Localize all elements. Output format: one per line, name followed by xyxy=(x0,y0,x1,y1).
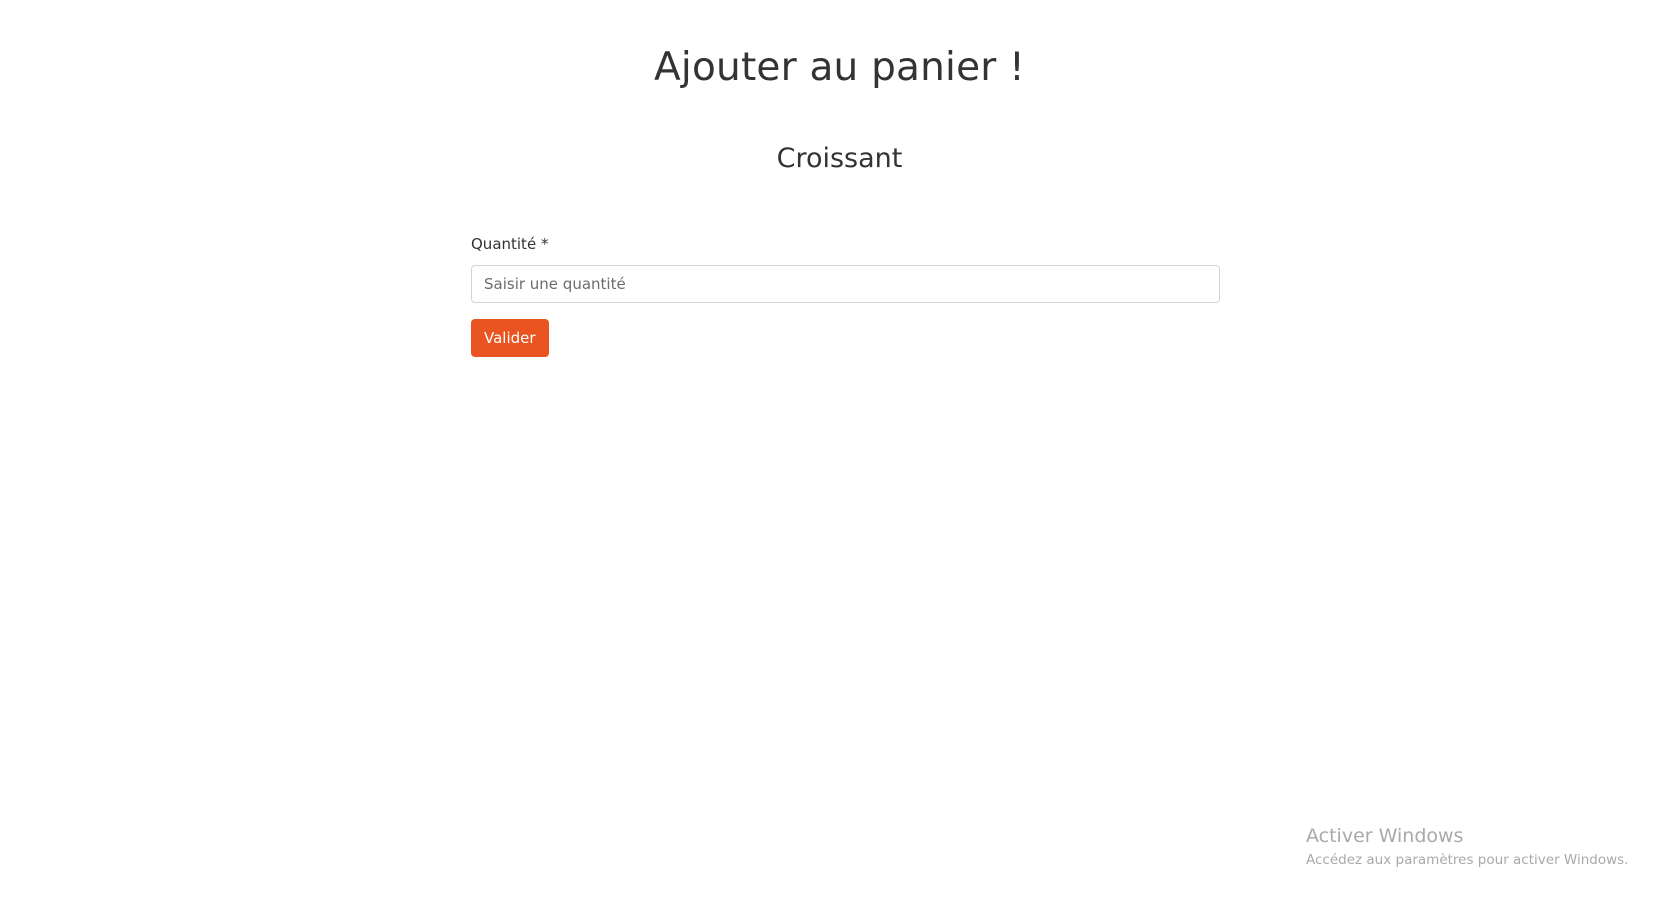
add-to-cart-page: Ajouter au panier ! Croissant Quantité *… xyxy=(0,0,1679,908)
watermark-subtitle: Accédez aux paramètres pour activer Wind… xyxy=(1306,852,1629,868)
quantity-label: Quantité * xyxy=(471,235,549,253)
watermark-title: Activer Windows xyxy=(1306,825,1464,847)
add-to-cart-form: Quantité * Valider xyxy=(471,230,1220,357)
submit-button[interactable]: Valider xyxy=(471,319,549,357)
quantity-input[interactable] xyxy=(471,265,1220,303)
product-name: Croissant xyxy=(776,143,903,174)
windows-activation-watermark: Activer Windows Accédez aux paramètres p… xyxy=(1306,824,1628,870)
page-title: Ajouter au panier ! xyxy=(654,45,1025,90)
